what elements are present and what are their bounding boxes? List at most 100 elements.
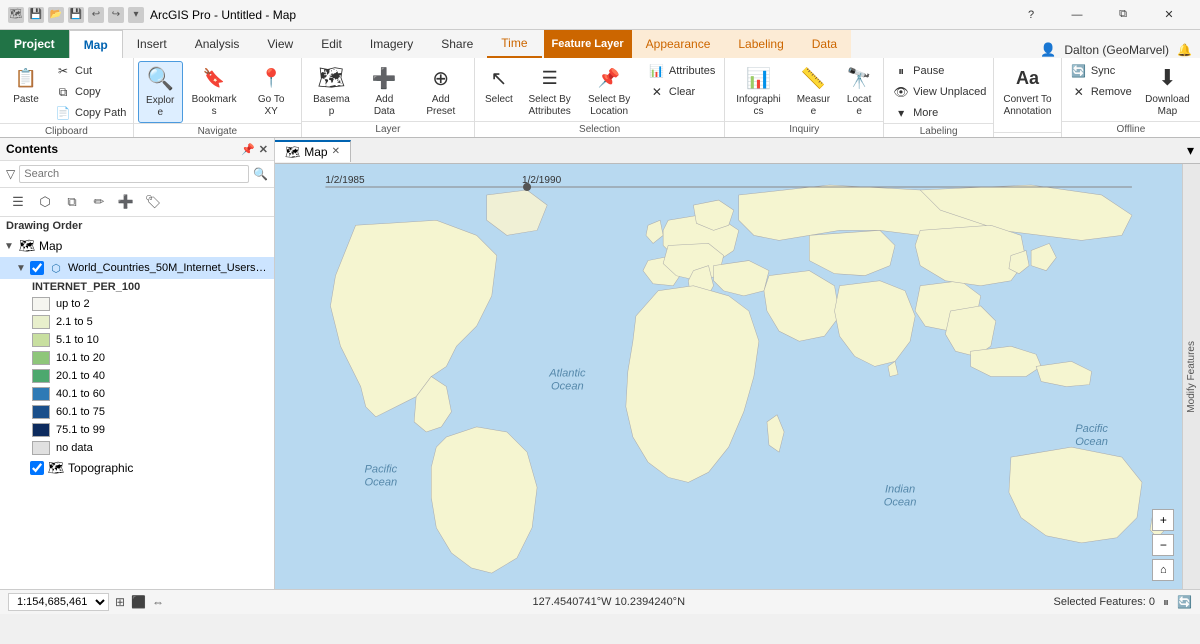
tab-share[interactable]: Share xyxy=(427,30,487,58)
maximize-btn[interactable]: ⧉ xyxy=(1100,0,1146,30)
tree-item-world-layer[interactable]: ▼ ⬡ World_Countries_50M_Internet_Users_T… xyxy=(0,257,274,279)
refresh-status-icon[interactable]: 🔄 xyxy=(1177,595,1192,609)
basemap-label: Basemap xyxy=(311,94,352,118)
contents-close-icon[interactable]: ✕ xyxy=(259,143,268,156)
pause-status-icon[interactable]: ⏸ xyxy=(1163,595,1169,610)
select-by-attributes-btn[interactable]: ☰ Select By Attributes xyxy=(521,61,579,121)
pin-icon[interactable]: 📌 xyxy=(241,143,255,156)
goto-xy-btn[interactable]: 📍 Go To XY xyxy=(245,61,297,121)
measure-btn[interactable]: 📏 Measure xyxy=(790,61,838,121)
world-layer-checkbox[interactable] xyxy=(30,261,44,275)
list-view-btn[interactable]: ☰ xyxy=(6,191,30,213)
scale-selector[interactable]: 1:154,685,461 xyxy=(8,593,109,611)
table-icon[interactable]: ⬛ xyxy=(131,595,146,609)
paste-btn[interactable]: 📋 Paste xyxy=(4,61,48,109)
add-preset-btn[interactable]: ⊕ Add Preset xyxy=(412,61,470,121)
map-canvas[interactable]: Pacific Ocean Atlantic Ocean Pacific Oce… xyxy=(275,164,1182,589)
view-unplaced-btn[interactable]: 👁 View Unplaced xyxy=(888,82,991,102)
pause-btn[interactable]: ⏸ Pause xyxy=(888,61,991,81)
infographics-btn[interactable]: 📊 Infographics xyxy=(729,61,787,121)
zoom-out-btn[interactable]: − xyxy=(1152,534,1174,556)
zoom-in-btn[interactable]: + xyxy=(1152,509,1174,531)
tab-labeling[interactable]: Labeling xyxy=(724,30,797,58)
add-preset-label: Add Preset xyxy=(417,94,465,118)
app-title: ArcGIS Pro - Untitled - Map xyxy=(150,8,296,22)
minimize-btn[interactable]: — xyxy=(1054,0,1100,30)
ribbon-tabs: Project Map Insert Analysis View Edit Im… xyxy=(0,30,1200,58)
help-btn[interactable]: ? xyxy=(1008,0,1054,30)
save2-icon[interactable]: 💾 xyxy=(68,7,84,23)
legend-swatch-4 xyxy=(32,369,50,383)
map-toggle[interactable]: ▼ xyxy=(4,241,18,252)
map-and-sidebar: Pacific Ocean Atlantic Ocean Pacific Oce… xyxy=(275,164,1200,589)
legend-item-0: up to 2 xyxy=(28,295,274,313)
remove-icon: ✕ xyxy=(1071,84,1087,100)
ribbon-group-selection: ↖ Select ☰ Select By Attributes 📌 Select… xyxy=(475,58,725,137)
download-map-btn[interactable]: ⬇ Download Map xyxy=(1139,61,1196,121)
close-btn[interactable]: ✕ xyxy=(1146,0,1192,30)
sync-btn[interactable]: 🔄 Sync xyxy=(1066,61,1137,81)
topographic-checkbox[interactable] xyxy=(30,461,44,475)
cut-btn[interactable]: ✂ Cut xyxy=(50,61,131,81)
redo-icon[interactable]: ↪ xyxy=(108,7,124,23)
tab-project[interactable]: Project xyxy=(0,30,69,58)
world-layer-toggle[interactable]: ▼ xyxy=(16,263,30,274)
world-map-svg: Pacific Ocean Atlantic Ocean Pacific Oce… xyxy=(275,164,1182,589)
add-layer-btn[interactable]: ➕ xyxy=(114,191,138,213)
tab-time[interactable]: Time xyxy=(487,30,541,58)
save-icon[interactable]: 💾 xyxy=(28,7,44,23)
tab-view[interactable]: View xyxy=(253,30,307,58)
arrow-icon[interactable]: ⇔ xyxy=(152,595,164,609)
select-label: Select xyxy=(485,94,513,106)
select-btn[interactable]: ↖ Select xyxy=(479,61,519,109)
tab-map[interactable]: Map xyxy=(69,30,123,58)
basemap-btn[interactable]: 🗺 Basemap xyxy=(306,61,357,121)
tab-analysis[interactable]: Analysis xyxy=(181,30,254,58)
edit-layer-btn[interactable]: ✏ xyxy=(87,191,111,213)
tab-appearance[interactable]: Appearance xyxy=(632,30,725,58)
search-input[interactable] xyxy=(19,165,249,183)
undo-icon[interactable]: ↩ xyxy=(88,7,104,23)
tab-edit[interactable]: Edit xyxy=(307,30,356,58)
copy-path-btn[interactable]: 📄 Copy Path xyxy=(50,103,131,123)
search-icon[interactable]: 🔍 xyxy=(253,167,268,181)
title-bar-left: 🗺 💾 📂 💾 ↩ ↪ ▾ ArcGIS Pro - Untitled - Ma… xyxy=(8,7,296,23)
select-by-attributes-label: Select By Attributes xyxy=(526,94,574,118)
explore-btn[interactable]: 🔍 Explore xyxy=(138,61,183,123)
home-btn[interactable]: ⌂ xyxy=(1152,559,1174,581)
map-container: 🗺 Map ✕ ▾ xyxy=(275,138,1200,589)
open-icon[interactable]: 📂 xyxy=(48,7,64,23)
visibility-btn[interactable]: ⧉ xyxy=(60,191,84,213)
bookmarks-btn[interactable]: 🔖 Bookmarks xyxy=(185,61,244,121)
clipboard-label: Clipboard xyxy=(0,123,133,139)
tab-imagery[interactable]: Imagery xyxy=(356,30,427,58)
copy-btn[interactable]: ⧉ Copy xyxy=(50,82,131,102)
more-labeling-btn[interactable]: ▾ More xyxy=(888,103,991,123)
map-tab[interactable]: 🗺 Map ✕ xyxy=(275,140,351,162)
more-icon[interactable]: ▾ xyxy=(128,7,144,23)
remove-btn[interactable]: ✕ Remove xyxy=(1066,82,1137,102)
modify-sidebar-label[interactable]: Modify Features xyxy=(1186,341,1197,413)
tab-data[interactable]: Data xyxy=(798,30,851,58)
pause-icon: ⏸ xyxy=(893,63,909,79)
tag-btn[interactable]: 🏷 xyxy=(141,191,165,213)
map-tab-icon: 🗺 xyxy=(285,145,300,159)
table-view-btn[interactable]: ⬡ xyxy=(33,191,57,213)
map-area-expand-btn[interactable]: ▾ xyxy=(1181,138,1200,163)
tree-item-map[interactable]: ▼ 🗺 Map xyxy=(0,235,274,257)
tree-item-topographic[interactable]: 🗺 Topographic xyxy=(0,457,274,479)
bell-icon[interactable]: 🔔 xyxy=(1177,43,1192,57)
modify-sidebar[interactable]: Modify Features xyxy=(1182,164,1200,589)
legend-item-2: 5.1 to 10 xyxy=(28,331,274,349)
grid-icon[interactable]: ⊞ xyxy=(115,595,125,609)
select-by-location-icon: 📌 xyxy=(595,64,623,92)
add-data-btn[interactable]: ➕ Add Data xyxy=(359,61,410,121)
select-by-location-btn[interactable]: 📌 Select By Location xyxy=(580,61,638,121)
clear-btn[interactable]: ✕ Clear xyxy=(644,82,720,102)
locate-btn[interactable]: 🔭 Locate xyxy=(839,61,879,121)
attributes-btn[interactable]: 📊 Attributes xyxy=(644,61,720,81)
convert-annotation-btn[interactable]: Aa Convert To Annotation xyxy=(998,61,1057,121)
tab-insert[interactable]: Insert xyxy=(123,30,181,58)
map-tab-close[interactable]: ✕ xyxy=(332,146,340,157)
atlantic-ocean-label: Atlantic xyxy=(548,368,586,380)
